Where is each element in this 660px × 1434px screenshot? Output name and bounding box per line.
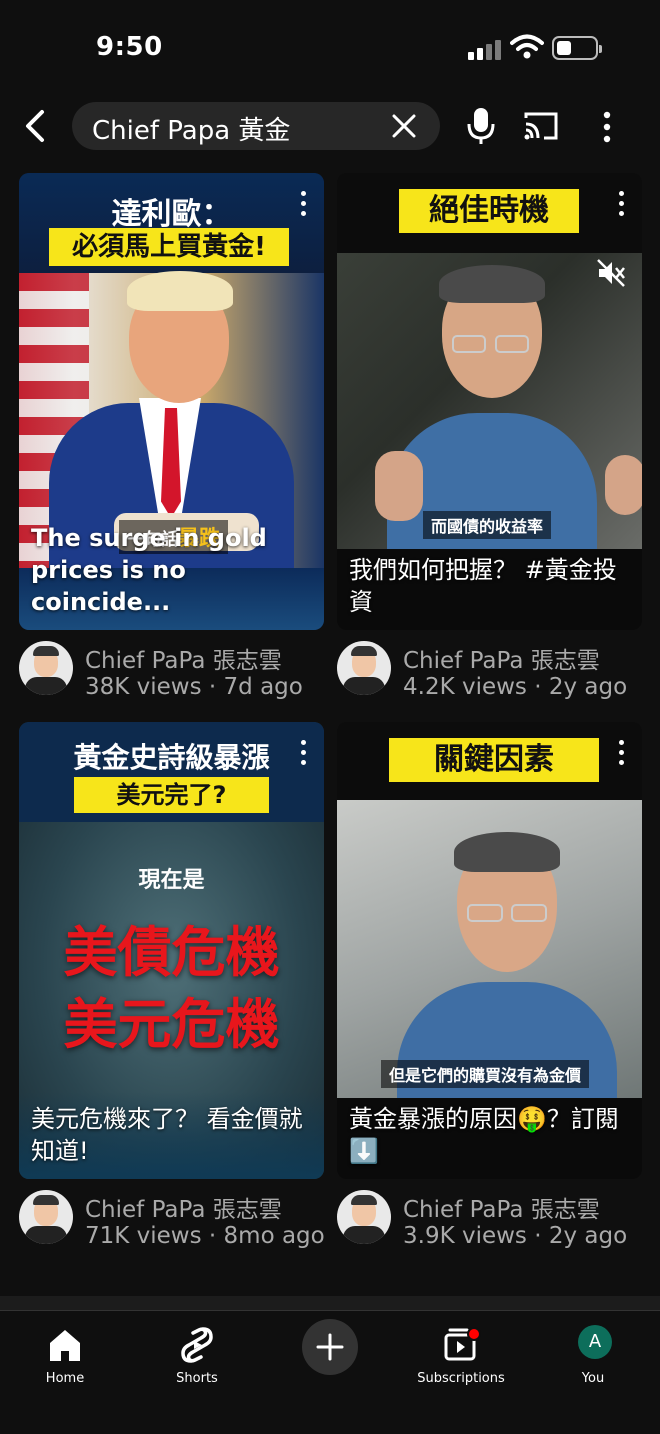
video-meta: 71K views · 8mo ago: [85, 1223, 325, 1249]
video-card[interactable]: 達利歐： 必須馬上買黃金! 一句話暴跌 The surge in gold pr…: [19, 173, 324, 703]
channel-row[interactable]: Chief PaPa 張志雲 71K views · 8mo ago: [19, 1190, 325, 1250]
search-query-text[interactable]: Chief Papa 黃金: [92, 110, 290, 147]
video-meta: 4.2K views · 2y ago: [403, 674, 628, 700]
thumbnail-title-text: 黃金史詩級暴漲: [73, 741, 270, 774]
thumbnail-subtitle: 而國債的收益率: [423, 511, 552, 539]
bottom-navigation: Home Shorts Subscriptions A You: [0, 1310, 660, 1434]
create-button[interactable]: [302, 1319, 358, 1375]
microphone-icon[interactable]: [466, 106, 496, 146]
video-title[interactable]: The surge in gold prices is no coincide.…: [31, 522, 314, 618]
video-card[interactable]: 絕佳時機 而國債的收益率 我們如何把握？ #黃金投資 Chief PaPa 張志…: [337, 173, 642, 703]
channel-name[interactable]: Chief PaPa 張志雲: [85, 1190, 282, 1224]
channel-avatar[interactable]: [19, 641, 73, 695]
video-menu-icon[interactable]: [296, 740, 310, 768]
status-time: 9:50: [96, 32, 163, 62]
status-bar: 9:50: [0, 0, 660, 96]
channel-name[interactable]: Chief PaPa 張志雲: [403, 641, 600, 675]
back-arrow-icon[interactable]: [18, 106, 54, 146]
nav-subscriptions[interactable]: Subscriptions: [406, 1321, 516, 1391]
channel-avatar[interactable]: [19, 1190, 73, 1244]
account-avatar: A: [578, 1325, 612, 1359]
subscriptions-icon: [444, 1327, 481, 1361]
video-menu-icon[interactable]: [614, 740, 628, 768]
cast-icon[interactable]: [522, 110, 560, 142]
nav-shorts-label: Shorts: [176, 1371, 218, 1386]
channel-row[interactable]: Chief PaPa 張志雲 3.9K views · 2y ago: [337, 1190, 642, 1250]
thumbnail-title-text: 達利歐：: [111, 197, 232, 232]
nav-you[interactable]: A You: [538, 1321, 648, 1391]
thumbnail-banner-text: 必須馬上買黃金!: [49, 228, 289, 266]
video-thumbnail[interactable]: 達利歐： 必須馬上買黃金! 一句話暴跌 The surge in gold pr…: [19, 173, 324, 630]
clear-search-icon[interactable]: [390, 112, 418, 140]
video-title[interactable]: 黃金暴漲的原因🤑？訂閱 ⬇️: [349, 1103, 632, 1167]
home-icon: [50, 1330, 80, 1361]
thumbnail-banner-text: 關鍵因素: [389, 738, 599, 782]
video-menu-icon[interactable]: [614, 191, 628, 219]
channel-row[interactable]: Chief PaPa 張志雲 4.2K views · 2y ago: [337, 641, 642, 701]
nav-shorts[interactable]: Shorts: [142, 1321, 252, 1391]
video-thumbnail[interactable]: 絕佳時機 而國債的收益率 我們如何把握？ #黃金投資: [337, 173, 642, 630]
plus-icon: [316, 1333, 344, 1361]
video-thumbnail[interactable]: 關鍵因素 但是它們的購買沒有為金價 黃金暴漲的原因🤑？訂閱 ⬇️: [337, 722, 642, 1179]
video-title[interactable]: 美元危機來了？ 看金價就知道!: [31, 1103, 314, 1167]
video-card[interactable]: 黃金史詩級暴漲 美元完了? 現在是 美債危機 美元危機 美元危機來了？ 看金價就…: [19, 722, 325, 1252]
wifi-icon: [510, 34, 544, 59]
search-input[interactable]: Chief Papa 黃金: [72, 102, 440, 150]
shorts-icon: [181, 1327, 213, 1363]
video-menu-icon[interactable]: [296, 191, 310, 219]
more-options-icon[interactable]: [596, 110, 618, 144]
thumbnail-banner-text: 絕佳時機: [399, 189, 579, 233]
video-meta: 3.9K views · 2y ago: [403, 1223, 628, 1249]
channel-row[interactable]: Chief PaPa 張志雲 38K views · 7d ago: [19, 641, 324, 701]
muted-icon[interactable]: [595, 257, 627, 289]
battery-icon: [552, 36, 602, 60]
video-meta: 38K views · 7d ago: [85, 674, 303, 700]
channel-avatar[interactable]: [337, 641, 391, 695]
thumbnail-line-3: 美元危機: [63, 993, 280, 1056]
cellular-signal-icon: [468, 38, 502, 60]
thumbnail-line-2: 美債危機: [63, 921, 280, 984]
channel-name[interactable]: Chief PaPa 張志雲: [85, 641, 282, 675]
video-title[interactable]: 我們如何把握？ #黃金投資: [349, 554, 632, 618]
channel-avatar[interactable]: [337, 1190, 391, 1244]
nav-subscriptions-label: Subscriptions: [417, 1371, 505, 1386]
video-thumbnail[interactable]: 黃金史詩級暴漲 美元完了? 現在是 美債危機 美元危機 美元危機來了？ 看金價就…: [19, 722, 324, 1179]
thumbnail-subtitle: 但是它們的購買沒有為金價: [381, 1060, 590, 1088]
video-card[interactable]: 關鍵因素 但是它們的購買沒有為金價 黃金暴漲的原因🤑？訂閱 ⬇️ Chief P…: [337, 722, 642, 1252]
nav-home-label: Home: [45, 1371, 85, 1386]
thumbnail-banner-label: 美元完了?: [116, 781, 227, 809]
nav-home[interactable]: Home: [10, 1321, 120, 1391]
thumbnail-banner-text: 美元完了?: [74, 777, 269, 813]
channel-name[interactable]: Chief PaPa 張志雲: [403, 1190, 600, 1224]
nav-you-label: You: [581, 1371, 605, 1386]
thumbnail-line-1: 現在是: [138, 868, 205, 893]
